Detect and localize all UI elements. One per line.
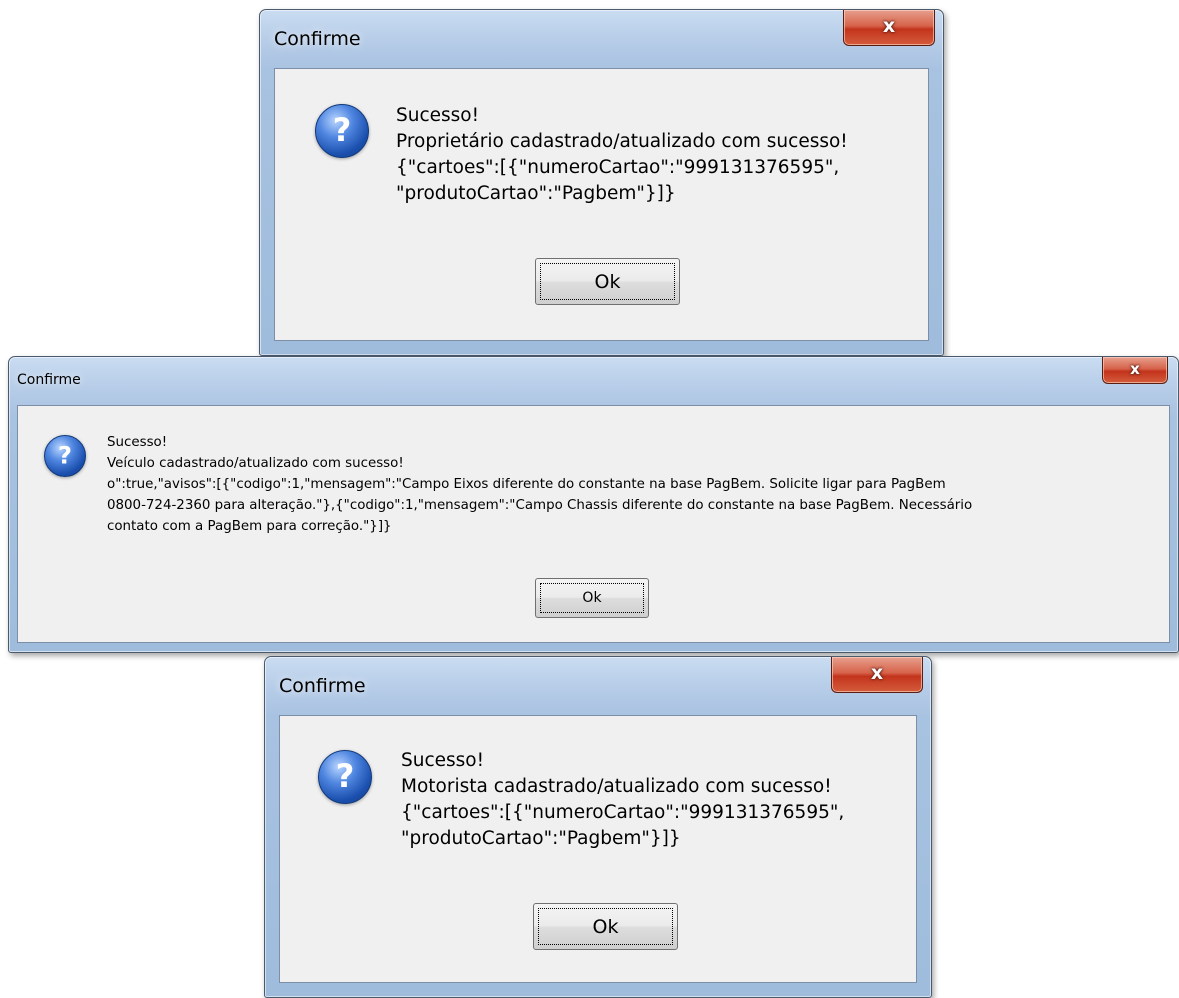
message-line: Proprietário cadastrado/atualizado com s… — [396, 131, 848, 152]
question-icon: ? — [315, 104, 369, 158]
message-line: "produtoCartao":"Pagbem"}]} — [396, 183, 676, 204]
message-line: "produtoCartao":"Pagbem"}]} — [401, 828, 681, 849]
message-line: o":true,"avisos":[{"codigo":1,"mensagem"… — [107, 477, 946, 492]
close-button[interactable]: x — [1102, 357, 1168, 384]
dialog-message: Sucesso! Motorista cadastrado/atualizado… — [401, 748, 844, 852]
message-line: Veículo cadastrado/atualizado com sucess… — [107, 456, 404, 471]
title-bar[interactable]: Confirme x — [265, 657, 931, 715]
dialog-title: Confirme — [17, 372, 81, 388]
ok-button[interactable]: Ok — [535, 258, 680, 305]
question-mark-glyph: ? — [335, 757, 355, 796]
title-bar[interactable]: Confirme x — [9, 357, 1178, 405]
question-icon: ? — [318, 750, 372, 804]
dialog-body: ? Sucesso! Proprietário cadastrado/atual… — [274, 68, 929, 341]
close-icon: x — [882, 15, 896, 37]
dialog-message: Sucesso! Veículo cadastrado/atualizado c… — [107, 432, 972, 537]
dialog-message: Sucesso! Proprietário cadastrado/atualiz… — [396, 103, 848, 207]
dialog-title: Confirme — [279, 675, 366, 697]
message-line: contato com a PagBem para correção."}]} — [107, 519, 392, 534]
message-line: Sucesso! — [396, 105, 480, 126]
ok-button-label: Ok — [582, 590, 602, 606]
question-mark-glyph: ? — [332, 111, 352, 150]
ok-button-label: Ok — [592, 915, 619, 938]
question-icon: ? — [44, 435, 86, 477]
close-button[interactable]: x — [831, 657, 923, 693]
message-line: Sucesso! — [107, 435, 168, 450]
message-line: 0800-724-2360 para alteração."},{"codigo… — [107, 498, 973, 513]
ok-button[interactable]: Ok — [535, 578, 649, 618]
close-button[interactable]: x — [843, 10, 935, 46]
dialog-title: Confirme — [274, 28, 361, 50]
ok-button-label: Ok — [594, 270, 621, 293]
close-icon: x — [870, 662, 884, 684]
confirm-dialog-veiculo: Confirme x ? Sucesso! Veículo cadastrado… — [8, 356, 1179, 653]
title-bar[interactable]: Confirme x — [260, 10, 943, 68]
dialog-body: ? Sucesso! Veículo cadastrado/atualizado… — [17, 405, 1170, 643]
message-line: Sucesso! — [401, 750, 485, 771]
message-line: Motorista cadastrado/atualizado com suce… — [401, 776, 832, 797]
dialog-body: ? Sucesso! Motorista cadastrado/atualiza… — [279, 715, 917, 983]
message-line: {"cartoes":[{"numeroCartao":"99913137659… — [396, 157, 840, 178]
ok-button[interactable]: Ok — [533, 903, 678, 950]
message-line: {"cartoes":[{"numeroCartao":"99913137659… — [401, 802, 845, 823]
confirm-dialog-motorista: Confirme x ? Sucesso! Motorista cadastra… — [264, 656, 932, 998]
confirm-dialog-proprietario: Confirme x ? Sucesso! Proprietário cadas… — [259, 9, 944, 356]
question-mark-glyph: ? — [58, 441, 72, 470]
close-icon: x — [1130, 360, 1140, 378]
